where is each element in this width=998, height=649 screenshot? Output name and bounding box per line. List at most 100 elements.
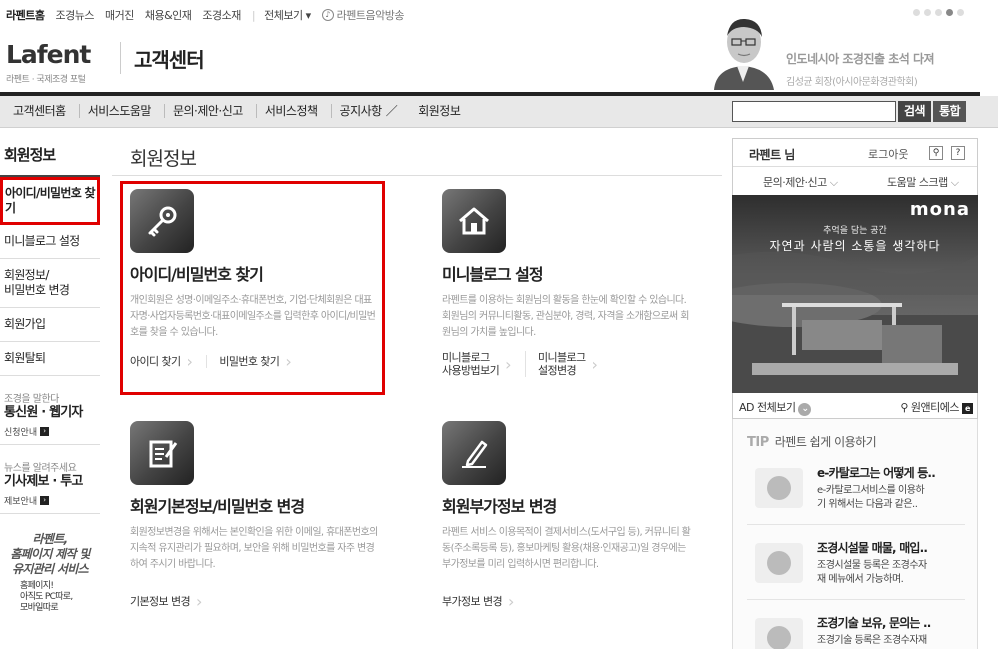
brand-divider (120, 42, 121, 74)
pager-dot[interactable] (913, 9, 920, 16)
promo-homepage-title: 라펜트, 홈페이지 제작 및 유지관리 서비스 (10, 532, 90, 576)
quick-menu-scrap-label: 도움말 스크랩 (887, 176, 948, 189)
tip-item[interactable]: 조경기술 보유, 문의는 .. 조경기술 등록은 조경수자재 (747, 614, 965, 649)
music-note-icon: ♪ (321, 9, 334, 21)
leaf-icon (767, 476, 791, 500)
util-link-magazine[interactable]: 매거진 (105, 7, 134, 23)
promo-tip-title: 기사제보 · 투고 (4, 474, 83, 489)
ad-banner[interactable]: mona 추억을 담는 공간 자연과 사람의 소통을 생각하다 (732, 195, 978, 393)
logout-link[interactable]: 로그아웃 (868, 146, 908, 162)
sidebar-item-withdraw[interactable]: 회원탈퇴 (0, 342, 100, 376)
user-name[interactable]: 라펜트 님 (749, 146, 795, 163)
portrait-photo[interactable] (708, 10, 778, 90)
pager-dot-active[interactable] (946, 9, 953, 16)
util-link-home[interactable]: 라펜트홈 (6, 7, 45, 23)
tip-box: TIP 라펜트 쉽게 이용하기 e-카탈로그는 어떻게 등.. e-카탈로그서비스를… (732, 419, 978, 649)
ad-copy-line1: 추억을 담는 공간 (823, 226, 887, 236)
tip-thumbnail (755, 468, 803, 508)
tip-item-title[interactable]: e-카탈로그는 어떻게 등.. (817, 464, 936, 481)
ad-copy-line2: 자연과 사람의 소통을 생각하다 (769, 239, 941, 253)
main-navigation: 고객센터홈 서비스도움말 문의·제안·신고 서비스정책 공지사항 ／ 회원정보 … (0, 96, 998, 128)
card-title[interactable]: 아이디/비밀번호 찾기 (130, 261, 390, 285)
chevron-down-icon: ⌄ (798, 403, 812, 416)
tip-item[interactable]: 조경시설물 매물, 매입.. 조경시설물 등록은 조경수자 재 메뉴에서 가능하며… (747, 539, 965, 600)
tip-item-title[interactable]: 조경기술 보유, 문의는 .. (817, 614, 931, 631)
util-link-materials[interactable]: 조경소재 (202, 7, 241, 23)
headline-news[interactable]: 인도네시아 조경진출 초석 다져 김성균 회장(아시아문화경관학회) (786, 50, 935, 88)
promo-homepage[interactable]: 라펜트, 홈페이지 제작 및 유지관리 서비스 홈페이지! 아직도 PC따로, … (0, 514, 100, 632)
additional-info-change-link[interactable]: 부가정보 변경 › (442, 594, 528, 610)
tip-item-title[interactable]: 조경시설물 매물, 매입.. (817, 539, 928, 556)
quick-menu-inquiry[interactable]: 문의·제안·신고 ⌵ (763, 174, 838, 190)
promo-tip-more[interactable]: 제보안내 › (4, 494, 96, 507)
ad-all-view-link[interactable]: AD 전체보기 ⌄ (739, 399, 812, 416)
promo-reporter[interactable]: 조경을 말한다 통신원 · 웹기자 신청안내 › (0, 376, 100, 445)
card-title[interactable]: 회원기본정보/비밀번호 변경 (130, 493, 390, 517)
gnb-item-member[interactable]: 회원정보 (410, 104, 473, 118)
house-icon[interactable] (442, 189, 506, 253)
utility-links: 라펜트홈 조경뉴스 매거진 채용&인재 조경소재 | 전체보기 ▾ ♪ 라펜트음악… (6, 7, 426, 23)
basic-info-change-link[interactable]: 기본정보 변경 › (130, 592, 216, 611)
chevron-right-icon: › (186, 352, 193, 371)
gnb-slash-divider: ／ (385, 104, 398, 118)
ad-company-link[interactable]: ⚲ 원앤티에스 e (900, 399, 973, 415)
find-id-link[interactable]: 아이디 찾기 › (130, 352, 208, 371)
chevron-right-icon: › (285, 352, 292, 371)
pager-dot[interactable] (935, 9, 942, 16)
news-headline[interactable]: 인도네시아 조경진출 초석 다져 (786, 50, 935, 67)
key-icon[interactable] (130, 189, 194, 253)
miniblog-settings-link[interactable]: 미니블로그 설정변경 › (538, 351, 611, 377)
section-title[interactable]: 고객센터 (134, 44, 205, 73)
left-sidebar: 회원정보 아이디/비밀번호 찾기 미니블로그 설정 회원정보/ 비밀번호 변경 … (0, 138, 100, 632)
find-password-link[interactable]: 비밀번호 찾기 › (219, 352, 305, 371)
gnb-item-home[interactable]: 고객센터홈 (5, 104, 80, 118)
gnb-item-notice[interactable]: 공지사항 (332, 104, 383, 118)
promo-reporter-title: 통신원 · 웹기자 (4, 405, 83, 420)
chevron-down-icon: ⌵ (950, 176, 959, 189)
ad-company-label: 원앤티에스 (910, 401, 960, 414)
ad-brand: mona (909, 199, 970, 220)
person-search-icon[interactable]: ⚲ (929, 146, 943, 160)
login-box: 라펜트 님 로그아웃 ⚲ ? 문의·제안·신고 ⌵ 도움말 스크랩 ⌵ (732, 138, 978, 195)
miniblog-settings-label: 미니블로그 설정변경 (537, 351, 586, 377)
main-content: 회원정보 (112, 138, 722, 176)
search-input[interactable] (732, 101, 896, 122)
card-title[interactable]: 미니블로그 설정 (442, 261, 702, 285)
promo-reporter-more[interactable]: 신청안내 › (4, 425, 96, 438)
promo-tip-off[interactable]: 뉴스를 알려주세요 기사제보 · 투고 제보안내 › (0, 445, 100, 514)
edit-document-icon[interactable] (130, 421, 194, 485)
sidebar-item-change-info[interactable]: 회원정보/ 비밀번호 변경 (0, 259, 100, 308)
all-view-dropdown[interactable]: 전체보기 ▾ (264, 7, 311, 23)
promo-tip-small: 뉴스를 알려주세요 (4, 463, 77, 474)
integrated-search-button[interactable]: 통합 (933, 101, 967, 122)
sidebar-item-miniblog[interactable]: 미니블로그 설정 (0, 225, 100, 259)
chevron-down-icon: ⌵ (829, 176, 838, 189)
tip-item[interactable]: e-카탈로그는 어떻게 등.. e-카탈로그서비스를 이용하 기 위해서는 다음과… (747, 464, 965, 525)
search-icon: ⚲ (900, 401, 908, 414)
tip-thumbnail (755, 618, 803, 649)
card-title[interactable]: 회원부가정보 변경 (442, 493, 702, 517)
pager-dot[interactable] (924, 9, 931, 16)
sidebar-item-join[interactable]: 회원가입 (0, 308, 100, 342)
promo-tip-more-label: 제보안내 (4, 497, 38, 507)
gnb-item-inquiry[interactable]: 문의·제안·신고 (165, 104, 257, 118)
card-additional-info: 회원부가정보 변경 라펜트 서비스 이용목적이 결제서비스(도서구입 등), 커… (442, 421, 702, 610)
help-icon[interactable]: ? (951, 146, 965, 160)
tip-thumbnail (755, 543, 803, 583)
gnb-item-help[interactable]: 서비스도움말 (80, 104, 165, 118)
quick-menu-scrap[interactable]: 도움말 스크랩 ⌵ (887, 174, 959, 190)
search-button[interactable]: 검색 (898, 101, 932, 122)
card-description: 라펜트를 이용하는 회원님의 활동을 한눈에 확인할 수 있습니다. 회원님의 … (442, 295, 689, 338)
chevron-right-icon: › (196, 592, 202, 611)
util-link-jobs[interactable]: 채용&인재 (145, 7, 192, 23)
sidebar-item-find-id-password[interactable]: 아이디/비밀번호 찾기 (0, 177, 100, 225)
radio-link[interactable]: ♪ 라펜트음악방송 (321, 7, 415, 23)
pencil-icon[interactable] (442, 421, 506, 485)
leaf-icon (767, 551, 791, 575)
util-divider: | (251, 8, 256, 22)
page-title: 회원정보 (112, 138, 722, 176)
pager-dot[interactable] (957, 9, 964, 16)
gnb-item-policy[interactable]: 서비스정책 (257, 104, 332, 118)
util-link-news[interactable]: 조경뉴스 (55, 7, 94, 23)
miniblog-howto-link[interactable]: 미니블로그 사용방법보기 › (442, 351, 526, 377)
